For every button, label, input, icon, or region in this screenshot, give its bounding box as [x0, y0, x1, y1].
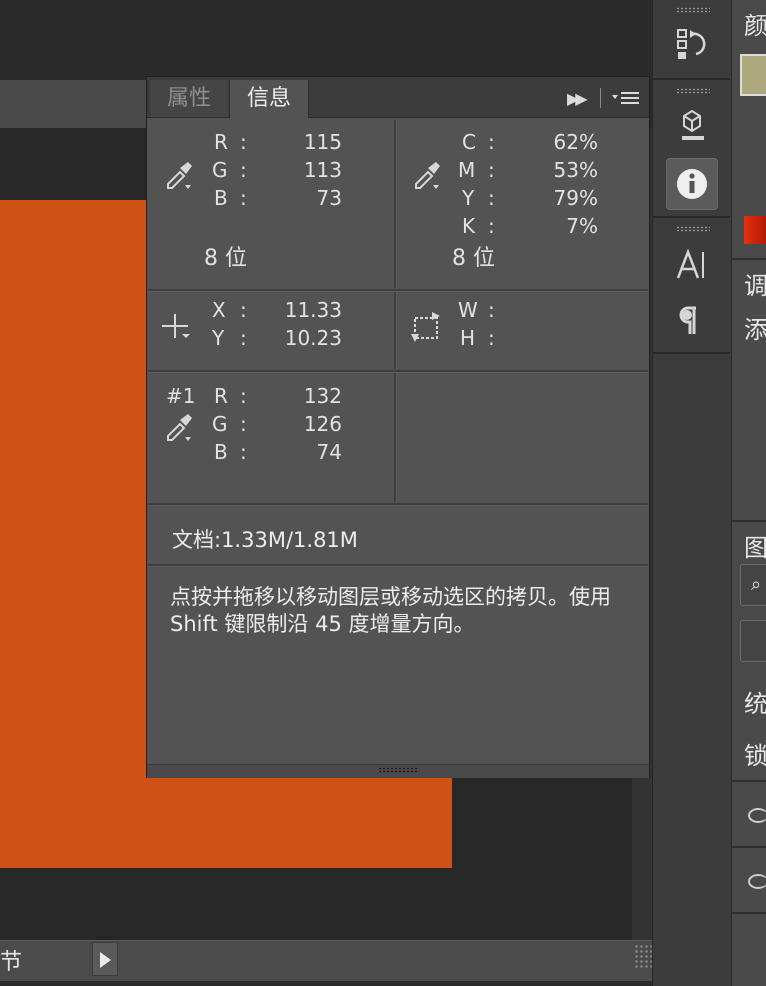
colon: : — [488, 130, 495, 154]
sampler-b-label: B — [214, 440, 228, 464]
column-divider — [394, 120, 397, 288]
section-divider — [148, 289, 648, 292]
colon: : — [488, 186, 495, 210]
layer-visibility-eye-icon[interactable] — [748, 808, 766, 823]
selection-size-icon — [410, 310, 444, 344]
layers-panel-title[interactable]: 图 — [744, 528, 766, 563]
colon: : — [488, 214, 495, 238]
color-ramp[interactable] — [744, 216, 766, 244]
info-panel-icon[interactable] — [666, 158, 718, 210]
rgb-b-value: 73 — [316, 186, 342, 210]
adjustments-add-label: 添 — [744, 316, 766, 344]
3d-cube-icon[interactable] — [666, 100, 718, 152]
column-divider — [394, 292, 397, 369]
colon: : — [240, 158, 247, 182]
colon: : — [240, 130, 247, 154]
position-y-value: 10.23 — [284, 326, 342, 350]
position-x-label: X — [212, 298, 226, 322]
sampler-r-value: 132 — [303, 384, 342, 408]
cmyk-c-value: 62% — [553, 130, 598, 154]
colon: : — [240, 384, 247, 408]
rgb-b-label: B — [214, 186, 228, 210]
dock-divider — [731, 258, 766, 260]
colon: : — [488, 298, 495, 322]
cmyk-y-label: Y — [462, 186, 475, 210]
eyedropper-cmyk-icon[interactable] — [410, 158, 444, 192]
tab-info[interactable]: 信息 — [229, 80, 309, 118]
cmyk-m-value: 53% — [553, 158, 598, 182]
sampler-id: #1 — [166, 384, 196, 408]
colon: : — [240, 298, 247, 322]
dock-divider — [731, 912, 766, 914]
rgb-g-label: G — [212, 158, 228, 182]
section-divider — [148, 370, 648, 373]
crosshair-icon[interactable] — [160, 310, 194, 344]
section-divider — [148, 564, 648, 567]
sampler-r-label: R — [214, 384, 228, 408]
rgb-g-value: 113 — [303, 158, 342, 182]
adjustments-panel-title[interactable]: 调 — [744, 266, 766, 301]
layer-visibility-eye-icon[interactable] — [748, 874, 766, 889]
size-w-label: W — [458, 298, 478, 322]
section-divider — [148, 503, 648, 506]
cmyk-k-value: 7% — [566, 214, 598, 238]
colon: : — [240, 412, 247, 436]
size-h-label: H — [460, 326, 476, 350]
rgb-r-label: R — [214, 130, 228, 154]
dock-divider — [731, 846, 766, 848]
colon: : — [240, 440, 247, 464]
dock-divider — [731, 520, 766, 522]
colon: : — [240, 186, 247, 210]
rgb-bit-depth: 8 位 — [204, 246, 247, 271]
blend-mode-dropdown[interactable] — [740, 620, 766, 662]
eyedropper-sampler-icon[interactable] — [162, 410, 196, 444]
workspace-top — [0, 0, 652, 80]
header-divider — [600, 88, 601, 108]
tool-group-divider — [652, 352, 730, 354]
eyedropper-rgb-icon[interactable] — [162, 158, 196, 192]
position-y-label: Y — [212, 326, 225, 350]
tool-hint-text: 点按并拖移以移动图层或移动选区的拷贝。使用 Shift 键限制沿 45 度增量方… — [170, 585, 611, 636]
rgb-r-value: 115 — [303, 130, 342, 154]
column-divider — [394, 373, 397, 502]
resize-grip-icon[interactable] — [378, 767, 418, 773]
panel-menu-icon[interactable] — [611, 89, 641, 109]
dock-divider — [731, 780, 766, 782]
cmyk-bit-depth: 8 位 — [452, 246, 495, 271]
colon: : — [488, 326, 495, 350]
cmyk-k-label: K — [462, 214, 476, 238]
grip-handle-icon[interactable] — [676, 226, 710, 232]
status-menu-arrow-button[interactable] — [92, 942, 118, 976]
colon: : — [488, 158, 495, 182]
sampler-g-label: G — [212, 412, 228, 436]
tool-group-divider — [652, 216, 730, 218]
document-size: 文档:1.33M/1.81M — [172, 528, 358, 552]
collapse-panel-icon[interactable]: ▶▶ — [567, 89, 588, 108]
position-x-value: 11.33 — [284, 298, 342, 322]
color-panel-title[interactable]: 颜 — [744, 6, 766, 41]
colon: : — [240, 326, 247, 350]
cmyk-y-value: 79% — [553, 186, 598, 210]
status-bar-text: 节 — [0, 950, 23, 975]
layer-search-icon[interactable]: ⌕ — [740, 564, 766, 606]
grip-handle-icon[interactable] — [676, 88, 710, 94]
cmyk-m-label: M — [458, 158, 476, 182]
paragraph-panel-icon[interactable] — [666, 296, 718, 348]
grip-handle-icon[interactable] — [676, 7, 710, 13]
tool-group-divider — [652, 78, 730, 80]
right-panel-dock — [731, 0, 766, 986]
cmyk-c-label: C — [462, 130, 476, 154]
sampler-b-value: 74 — [316, 440, 342, 464]
history-icon[interactable] — [666, 20, 718, 72]
sampler-g-value: 126 — [303, 412, 342, 436]
tab-properties[interactable]: 属性 — [150, 80, 228, 117]
unify-label: 统 — [744, 690, 766, 718]
lock-label: 锁 — [744, 742, 766, 770]
foreground-color-swatch[interactable] — [740, 54, 766, 96]
character-panel-icon[interactable] — [666, 240, 718, 292]
document-tab-bar[interactable] — [0, 80, 150, 129]
